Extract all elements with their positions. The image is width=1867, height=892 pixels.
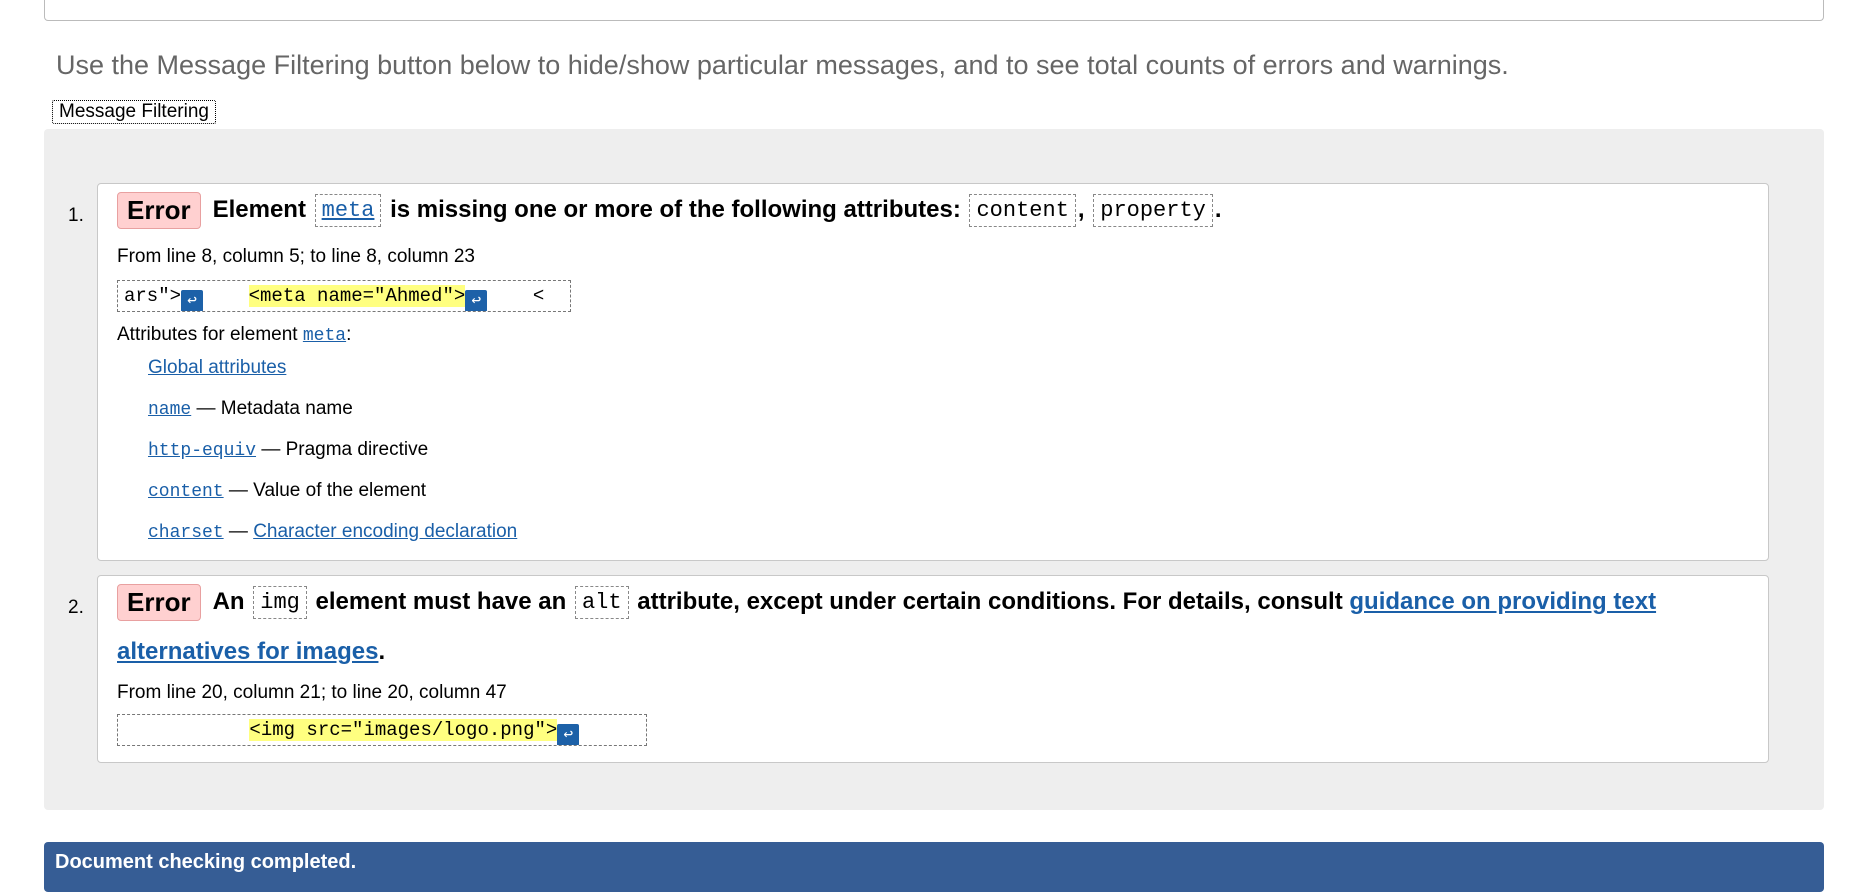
message-number: 2. [68,597,84,618]
error-message-1: Error Element meta is missing one or more… [97,183,1769,561]
source-extract: ars"> ↩ <meta name="Ahmed"> ↩ < [117,280,571,312]
filtering-intro-text: Use the Message Filtering button below t… [56,50,1509,80]
error-message-2: Error An img element must have an alt att… [97,575,1769,763]
location-text: From line 8, column 5; to line 8, column… [117,246,476,267]
line-break-icon: ↩ [181,290,204,311]
attribute-global: Global attributes [148,357,286,379]
status-bar: Document checking completed. [44,842,1824,892]
element-code-img: img [253,586,307,619]
global-attributes-link[interactable]: Global attributes [148,357,286,378]
highlighted-code: <img src="images/logo.png"> [249,719,558,741]
error-badge: Error [117,192,201,229]
character-encoding-link[interactable]: Character encoding declaration [253,521,517,542]
source-extract: <img src="images/logo.png"> ↩ [117,714,647,746]
charset-attribute-link[interactable]: charset [148,523,224,543]
message-text-continued: alternatives for images. [117,638,386,665]
name-attribute-link[interactable]: name [148,400,191,420]
location-text: From line 20, column 21; to line 20, col… [117,682,507,703]
guidance-link-continued[interactable]: alternatives for images [117,638,378,665]
guidance-link[interactable]: guidance on providing text [1349,588,1656,615]
attribute-http-equiv: http-equiv — Pragma directive [148,439,429,461]
meta-element-link[interactable]: meta [303,326,346,346]
status-text: Document checking completed. [55,851,357,873]
attribute-code-property: property [1093,194,1213,227]
attribute-code-alt: alt [574,586,629,619]
http-equiv-attribute-link[interactable]: http-equiv [148,441,256,461]
attributes-heading: Attributes for element meta: [117,324,352,346]
meta-element-link[interactable]: meta [322,198,375,223]
attribute-code-content: content [969,194,1076,227]
attribute-content: content — Value of the element [148,480,427,502]
highlighted-code: <meta name="Ahmed"> [248,285,466,307]
message-text: Error An img element must have an alt att… [117,584,1656,621]
line-break-icon: ↩ [557,724,580,745]
attribute-name: name — Metadata name [148,398,353,420]
previous-section-box [44,0,1824,21]
element-code-meta: meta [314,194,382,227]
content-attribute-link[interactable]: content [148,482,224,502]
message-number: 1. [68,205,84,226]
message-text: Error Element meta is missing one or more… [117,192,1222,229]
line-break-icon: ↩ [465,290,488,311]
attribute-charset: charset — Character encoding declaration [148,521,518,543]
message-filtering-button[interactable]: Message Filtering [52,100,216,124]
results-panel: 1. Error Element meta is missing one or m… [44,129,1824,810]
error-badge: Error [117,584,201,621]
